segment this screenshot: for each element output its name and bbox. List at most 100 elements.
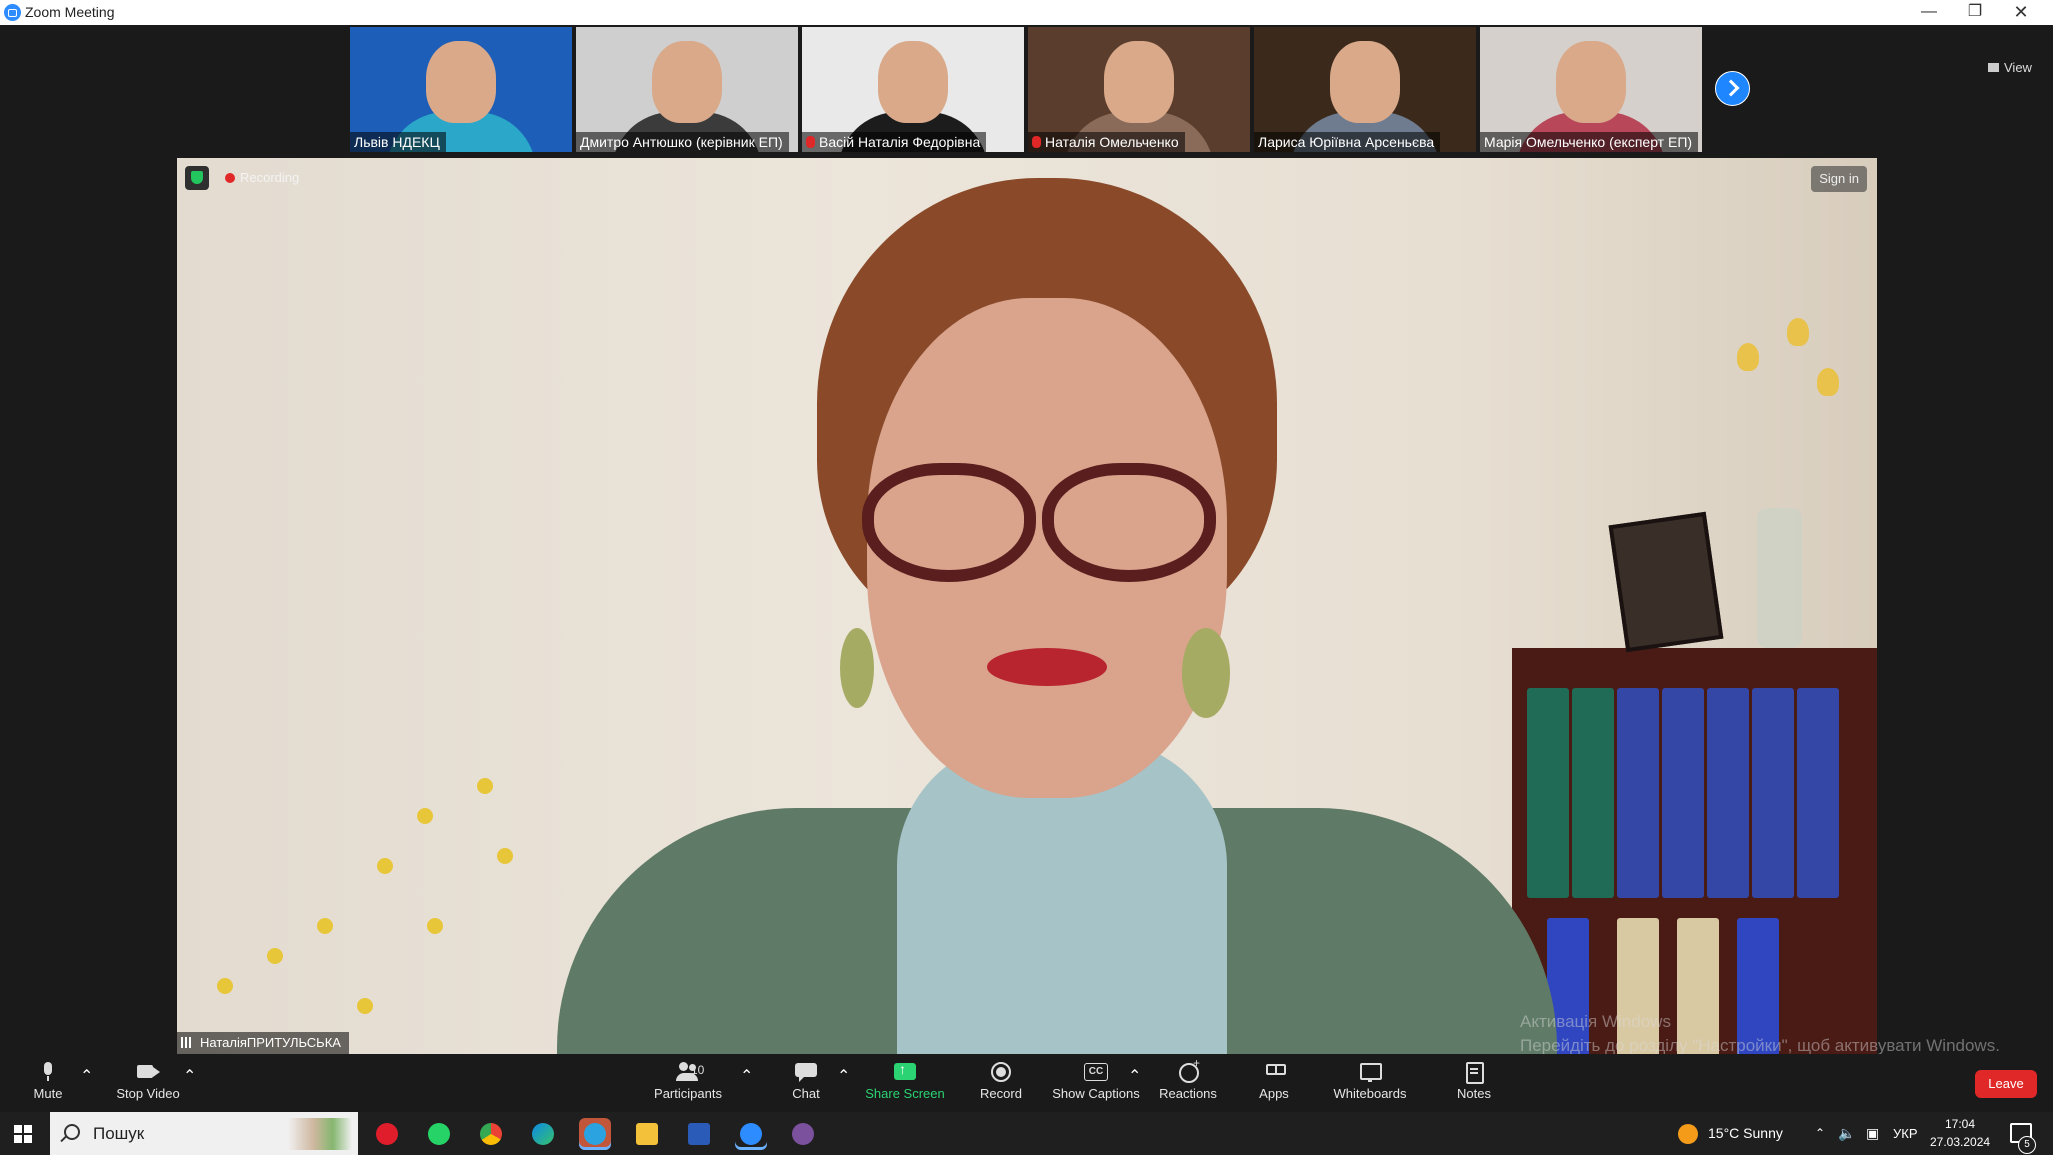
apps-button[interactable]: Apps (1226, 1058, 1322, 1110)
taskbar-clock[interactable]: 17:04 27.03.2024 (1930, 1115, 1990, 1151)
windows-taskbar: Пошук 15°C Sunny ⌃ 🔈 ▣ УКР 17:04 27.03.2… (0, 1112, 2053, 1155)
mimosa-flower (427, 918, 443, 934)
reactions-button[interactable]: Reactions (1140, 1056, 1236, 1110)
apps-icon (1262, 1062, 1286, 1082)
windows-activation-watermark: Активація Windows Перейдіть до розділу "… (1520, 1010, 2000, 1058)
restore-button[interactable]: ❐ (1952, 0, 1998, 25)
view-button[interactable]: View (1988, 60, 2040, 80)
clock-date: 27.03.2024 (1930, 1135, 1991, 1149)
share-screen-icon (893, 1061, 917, 1082)
vase (1757, 508, 1802, 648)
photo-frame (1608, 511, 1724, 653)
signal-strength-icon (181, 1037, 195, 1048)
windows-start-icon[interactable] (14, 1125, 32, 1143)
taskbar-search-box[interactable]: Пошук (50, 1112, 358, 1155)
close-button[interactable]: ✕ (1998, 0, 2044, 25)
participant-head (878, 41, 948, 123)
zoom-taskbar-icon[interactable] (735, 1118, 767, 1150)
whiteboards-button[interactable]: Whiteboards (1322, 1058, 1418, 1110)
participants-button[interactable]: 10 Participants (640, 1058, 736, 1110)
folder (1572, 688, 1614, 898)
next-page-chevron-icon[interactable] (1715, 71, 1750, 106)
language-indicator[interactable]: УКР (1893, 1112, 1918, 1155)
whiteboard-icon (1358, 1062, 1382, 1082)
participant-head (652, 41, 722, 123)
participant-name: Львів НДЕКЦ (350, 132, 446, 152)
tray-chevron-icon[interactable]: ⌃ (1815, 1112, 1825, 1155)
mimosa-flower (377, 858, 393, 874)
mimosa-flower (497, 848, 513, 864)
search-icon (64, 1124, 80, 1140)
mimosa-flower (417, 808, 433, 824)
window-title: Zoom Meeting (25, 4, 115, 20)
stop-video-button[interactable]: Stop Video (100, 1058, 196, 1110)
mimosa-flower (267, 948, 283, 964)
viber-icon[interactable] (787, 1118, 819, 1150)
tulip (1817, 368, 1839, 396)
participant-tile[interactable]: Наталія Омельченко (1028, 27, 1250, 152)
participant-tile[interactable]: Марія Омельченко (експерт ЕП) (1480, 27, 1702, 152)
participant-tile[interactable]: Львів НДЕКЦ (350, 27, 572, 152)
security-shield-icon[interactable] (185, 166, 209, 190)
camera-icon (136, 1062, 160, 1082)
opera-icon[interactable] (371, 1118, 403, 1150)
participant-head (1556, 41, 1626, 123)
active-speaker-video: Recording Sign in НаталіяПРИТУЛЬСЬКА (177, 158, 1877, 1054)
recording-dot-icon (225, 173, 235, 183)
folder (1527, 688, 1569, 898)
notes-icon (1462, 1062, 1486, 1084)
participant-tile[interactable]: Лариса Юріївна Арсеньєва (1254, 27, 1476, 152)
participants-chevron-icon[interactable]: ⌃ (740, 1066, 753, 1086)
telegram-icon[interactable] (579, 1118, 611, 1150)
participants-count: 10 (691, 1063, 705, 1077)
chat-chevron-icon[interactable]: ⌃ (837, 1066, 850, 1086)
audio-options-chevron-icon[interactable]: ⌃ (80, 1066, 93, 1086)
mimosa-flower (357, 998, 373, 1014)
folder (1707, 688, 1749, 898)
word-icon[interactable] (683, 1118, 715, 1150)
folder (1797, 688, 1839, 898)
weather-sun-icon[interactable] (1678, 1124, 1698, 1144)
mimosa-flower (217, 978, 233, 994)
clock-time: 17:04 (1944, 1117, 1976, 1131)
recording-indicator[interactable]: Recording (225, 168, 299, 188)
minimize-button[interactable]: — (1906, 0, 1952, 25)
mimosa-flower (477, 778, 493, 794)
participant-tile[interactable]: Дмитро Антюшко (керівник ЕП) (576, 27, 798, 152)
participant-head (426, 41, 496, 123)
captions-icon (1084, 1062, 1108, 1082)
mimosa-flower (317, 918, 333, 934)
microphone-icon (36, 1062, 60, 1082)
tulip (1737, 343, 1759, 371)
participant-name: Марія Омельченко (експерт ЕП) (1480, 132, 1699, 152)
participant-head (1330, 41, 1400, 123)
notification-count: 5 (2018, 1136, 2036, 1154)
notes-button[interactable]: Notes (1426, 1058, 1522, 1110)
muted-mic-icon (1032, 136, 1041, 148)
participant-tile[interactable]: Васій Наталія Федорівна (802, 27, 1024, 152)
folder (1617, 688, 1659, 898)
participant-name: Наталія Омельченко (1028, 132, 1185, 152)
folder (1662, 688, 1704, 898)
speaker-name-label: НаталіяПРИТУЛЬСЬКА (177, 1032, 349, 1054)
weather-text[interactable]: 15°C Sunny (1708, 1112, 1783, 1155)
file-explorer-icon[interactable] (631, 1118, 663, 1150)
muted-mic-icon (806, 136, 815, 148)
window-titlebar: Zoom Meeting — ❐ ✕ (0, 0, 2053, 25)
record-icon (989, 1062, 1013, 1082)
lips (987, 648, 1107, 686)
sign-in-button[interactable]: Sign in (1811, 166, 1867, 192)
earring (1182, 628, 1230, 718)
edge-icon[interactable] (527, 1118, 559, 1150)
network-icon[interactable]: ▣ (1866, 1112, 1879, 1155)
record-button[interactable]: Record (953, 1058, 1049, 1110)
share-screen-button[interactable]: Share Screen (857, 1058, 953, 1110)
chat-icon (794, 1062, 818, 1082)
gallery-strip: Львів НДЕКЦ Дмитро Антюшко (керівник ЕП)… (0, 25, 2053, 156)
video-options-chevron-icon[interactable]: ⌃ (183, 1066, 196, 1086)
search-highlight-image (288, 1118, 352, 1150)
whatsapp-icon[interactable] (423, 1118, 455, 1150)
volume-icon[interactable]: 🔈 (1838, 1112, 1855, 1155)
chrome-icon[interactable] (475, 1118, 507, 1150)
leave-button[interactable]: Leave (1975, 1070, 2037, 1098)
